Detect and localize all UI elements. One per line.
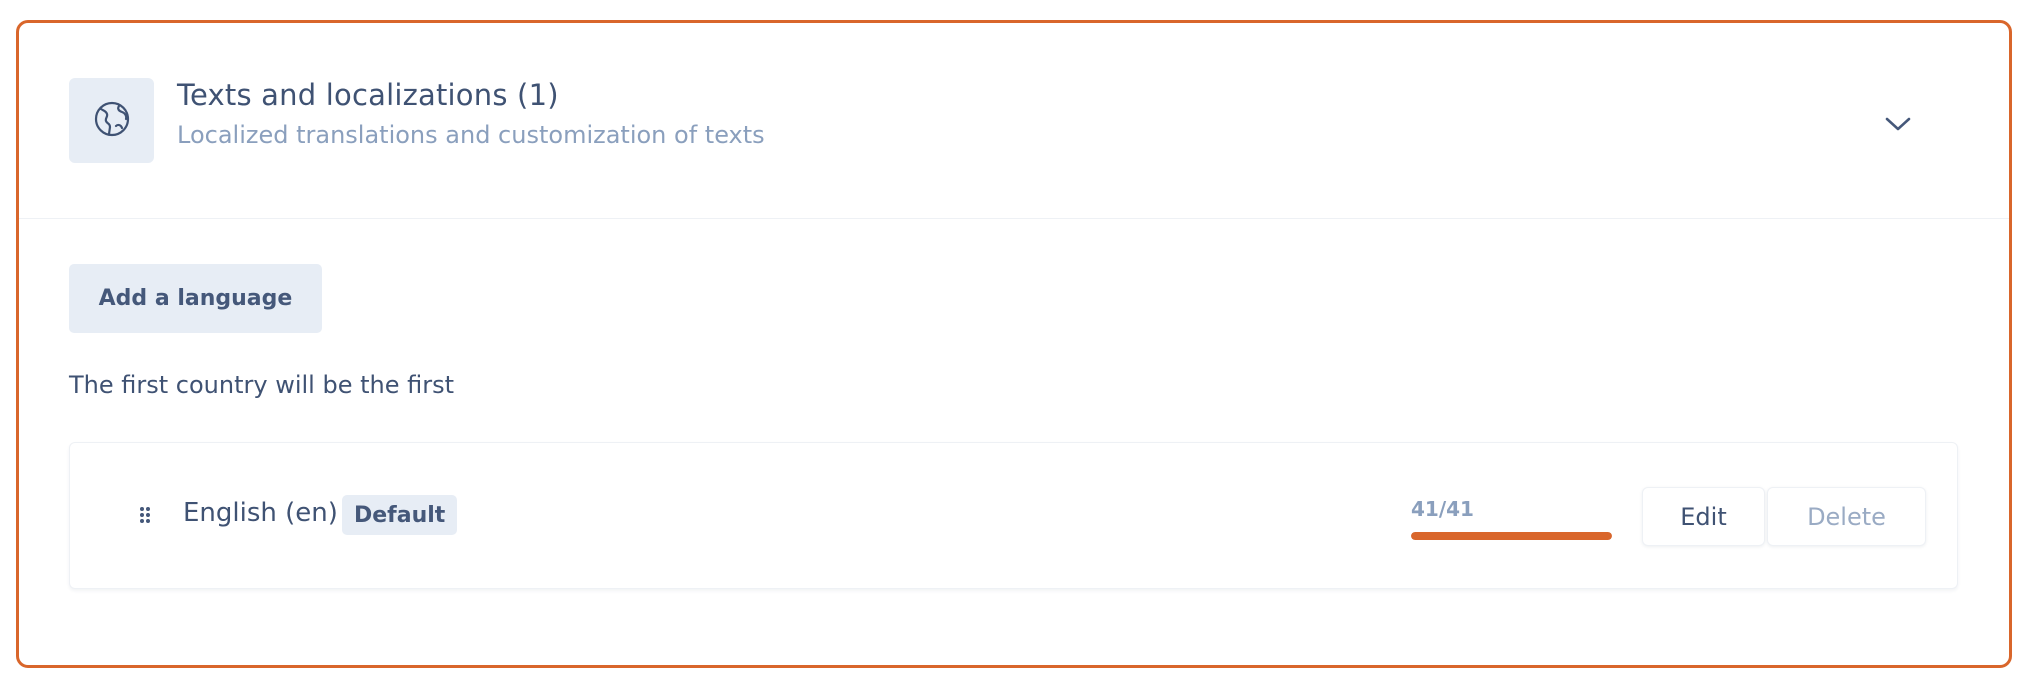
edit-button[interactable]: Edit: [1642, 487, 1765, 546]
localization-panel: Texts and localizations (1) Localized tr…: [16, 20, 2012, 668]
language-name: English (en): [183, 498, 338, 528]
translation-progress-fill: [1411, 532, 1612, 540]
ordering-note: The first country will be the first: [69, 371, 455, 399]
delete-button[interactable]: Delete: [1767, 487, 1926, 546]
translation-progress-bar: [1411, 532, 1612, 540]
panel-title: Texts and localizations (1): [177, 78, 559, 112]
chevron-down-icon[interactable]: [1883, 109, 1913, 139]
language-row: English (en) Default 41/41 Edit Delete: [69, 442, 1958, 589]
globe-icon: [92, 99, 132, 143]
add-language-button[interactable]: Add a language: [69, 264, 322, 333]
globe-icon-tile: [69, 78, 154, 163]
default-badge: Default: [342, 495, 458, 535]
panel-subtitle: Localized translations and customization…: [177, 121, 765, 149]
panel-header[interactable]: Texts and localizations (1) Localized tr…: [19, 23, 2009, 219]
translation-progress-label: 41/41: [1411, 497, 1474, 521]
drag-handle-icon[interactable]: [138, 505, 152, 525]
